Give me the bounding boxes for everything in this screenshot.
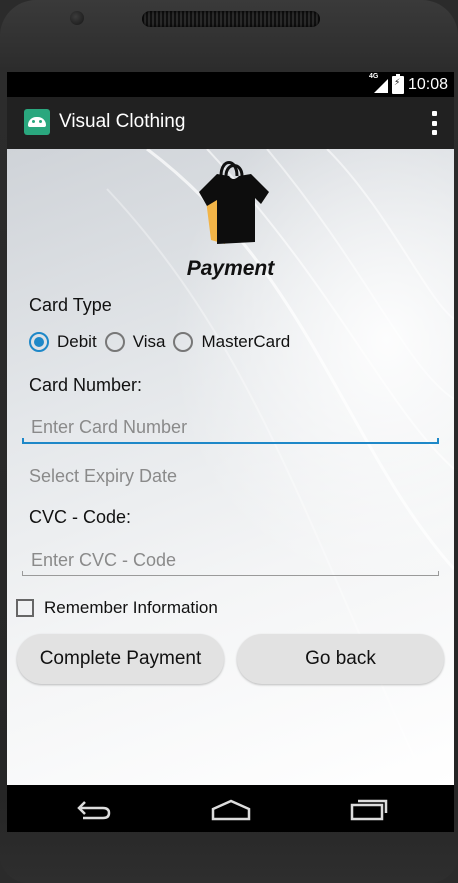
app-title: Visual Clothing (59, 111, 186, 132)
card-number-label: Card Number: (29, 375, 143, 395)
overflow-menu-icon[interactable] (432, 111, 438, 135)
app-bar: Visual Clothing (7, 97, 454, 149)
front-camera (70, 11, 84, 25)
cvc-underline (22, 571, 439, 576)
radio-mastercard[interactable]: MasterCard (173, 332, 290, 352)
home-nav-icon[interactable] (209, 794, 253, 824)
remember-info-checkbox[interactable]: Remember Information (16, 598, 218, 618)
status-bar: 4G ⚡ 10:08 (7, 72, 454, 97)
radio-mastercard-indicator[interactable] (173, 332, 194, 352)
remember-checkbox-label: Remember Information (44, 598, 218, 617)
radio-debit[interactable]: Debit (29, 332, 97, 352)
radio-debit-label: Debit (57, 332, 97, 351)
payment-form: Payment Card Type Debit Visa MasterCard … (7, 149, 454, 785)
radio-visa-label: Visa (132, 332, 166, 351)
card-number-underline (22, 438, 439, 444)
cvc-input[interactable] (22, 545, 439, 575)
tshirt-bag-logo (199, 161, 269, 244)
card-type-radio-group: Debit Visa MasterCard (29, 331, 298, 353)
expiry-date-picker[interactable]: Select Expiry Date (29, 466, 177, 487)
android-app-icon (24, 109, 50, 135)
back-nav-icon[interactable] (71, 794, 115, 824)
screen: 4G ⚡ 10:08 Visual Clothing Payment Card … (7, 72, 454, 832)
navigation-bar (7, 785, 454, 832)
complete-payment-button[interactable]: Complete Payment (17, 634, 224, 684)
radio-debit-indicator[interactable] (29, 332, 49, 352)
go-back-button[interactable]: Go back (237, 634, 444, 684)
radio-visa-indicator[interactable] (104, 332, 125, 352)
device-frame: 4G ⚡ 10:08 Visual Clothing Payment Card … (0, 0, 458, 883)
cvc-label: CVC - Code: (29, 507, 132, 527)
page-title: Payment (186, 257, 275, 280)
radio-mastercard-label: MasterCard (201, 332, 291, 351)
earpiece-speaker (142, 11, 320, 27)
signal-icon: 4G (369, 73, 388, 93)
card-type-label: Card Type (29, 295, 112, 315)
remember-checkbox-box[interactable] (16, 599, 34, 617)
radio-visa[interactable]: Visa (104, 332, 166, 352)
recents-nav-icon[interactable] (347, 794, 391, 824)
card-number-input[interactable] (22, 412, 439, 442)
battery-charging-icon: ⚡ (391, 74, 404, 94)
status-time: 10:08 (407, 76, 448, 93)
